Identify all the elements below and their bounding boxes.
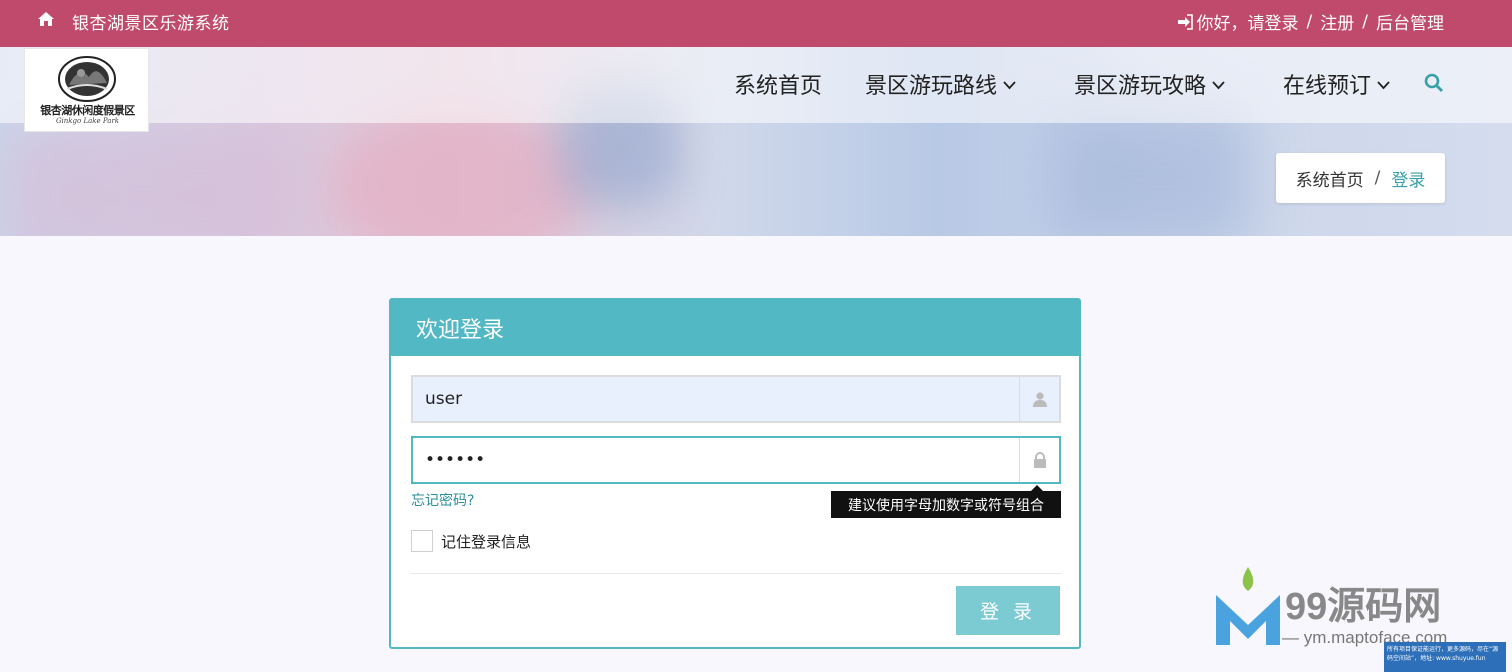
user-addon (1019, 377, 1059, 421)
main-nav: 系统首页 景区游玩路线 景区游玩攻略 在线预订 (0, 68, 1512, 100)
nav-label: 在线预订 (1283, 74, 1372, 99)
breadcrumb-home[interactable]: 系统首页 (1296, 166, 1364, 191)
separator: / (1362, 11, 1368, 32)
remember-label: 记住登录信息 (441, 532, 532, 551)
forgot-password-link[interactable]: 忘记密码? (411, 490, 474, 510)
login-panel: 欢迎登录 忘记密码? 建议使用字母加数字或符号组合 记住登录信息 登 录 (389, 298, 1081, 649)
divider (411, 573, 1061, 574)
site-name[interactable]: 银杏湖景区乐游系统 (72, 9, 230, 34)
breadcrumb: 系统首页 / 登录 (1276, 153, 1445, 203)
nav-item-booking[interactable]: 在线预订 (1283, 68, 1390, 100)
home-icon[interactable] (37, 10, 55, 28)
watermark-logo-icon (1216, 567, 1280, 645)
password-input[interactable] (425, 438, 1015, 482)
logo-text: 银杏湖休闲度假景区 (40, 104, 135, 117)
top-bar: 银杏湖景区乐游系统 你好，请登录 / 注册 / 后台管理 (0, 0, 1512, 47)
user-icon (1032, 392, 1047, 407)
separator: / (1306, 11, 1313, 32)
admin-link[interactable]: 后台管理 (1376, 9, 1444, 34)
login-button[interactable]: 登 录 (956, 586, 1060, 635)
login-title: 欢迎登录 (391, 300, 1079, 356)
chevron-down-icon (1003, 80, 1016, 89)
remember-checkbox[interactable] (411, 530, 433, 552)
chevron-down-icon (1377, 80, 1390, 89)
lock-icon (1033, 452, 1046, 468)
lock-addon (1019, 438, 1059, 482)
nav-item-guides[interactable]: 景区游玩攻略 (1074, 68, 1225, 100)
logo-subtitle: Ginkgo Lake Park (55, 117, 120, 125)
user-links: 你好，请登录 / 注册 / 后台管理 (1177, 9, 1444, 34)
sign-in-icon (1177, 13, 1193, 30)
remember-me[interactable]: 记住登录信息 (411, 530, 531, 552)
breadcrumb-current: 登录 (1391, 170, 1426, 191)
breadcrumb-separator: / (1374, 168, 1381, 188)
watermark-note: 所有项目保证能运行，更多源码，尽在“源码空间站”，地址: www.shuyue.… (1384, 642, 1506, 672)
password-hint-tooltip: 建议使用字母加数字或符号组合 (831, 485, 1061, 518)
register-link[interactable]: 注册 (1320, 9, 1354, 34)
chevron-down-icon (1212, 80, 1225, 89)
search-icon[interactable] (1424, 73, 1444, 93)
nav-item-home[interactable]: 系统首页 (734, 68, 822, 100)
nav-label: 景区游玩攻略 (1074, 74, 1207, 99)
login-link[interactable]: 你好，请登录 (1197, 9, 1299, 34)
username-input[interactable] (425, 377, 1015, 421)
watermark-brand: 99源码网 (1285, 586, 1442, 628)
username-field[interactable] (411, 375, 1061, 423)
password-field[interactable] (411, 436, 1061, 484)
nav-label: 系统首页 (734, 74, 823, 99)
nav-label: 景区游玩路线 (865, 74, 998, 99)
nav-item-routes[interactable]: 景区游玩路线 (865, 68, 1016, 100)
